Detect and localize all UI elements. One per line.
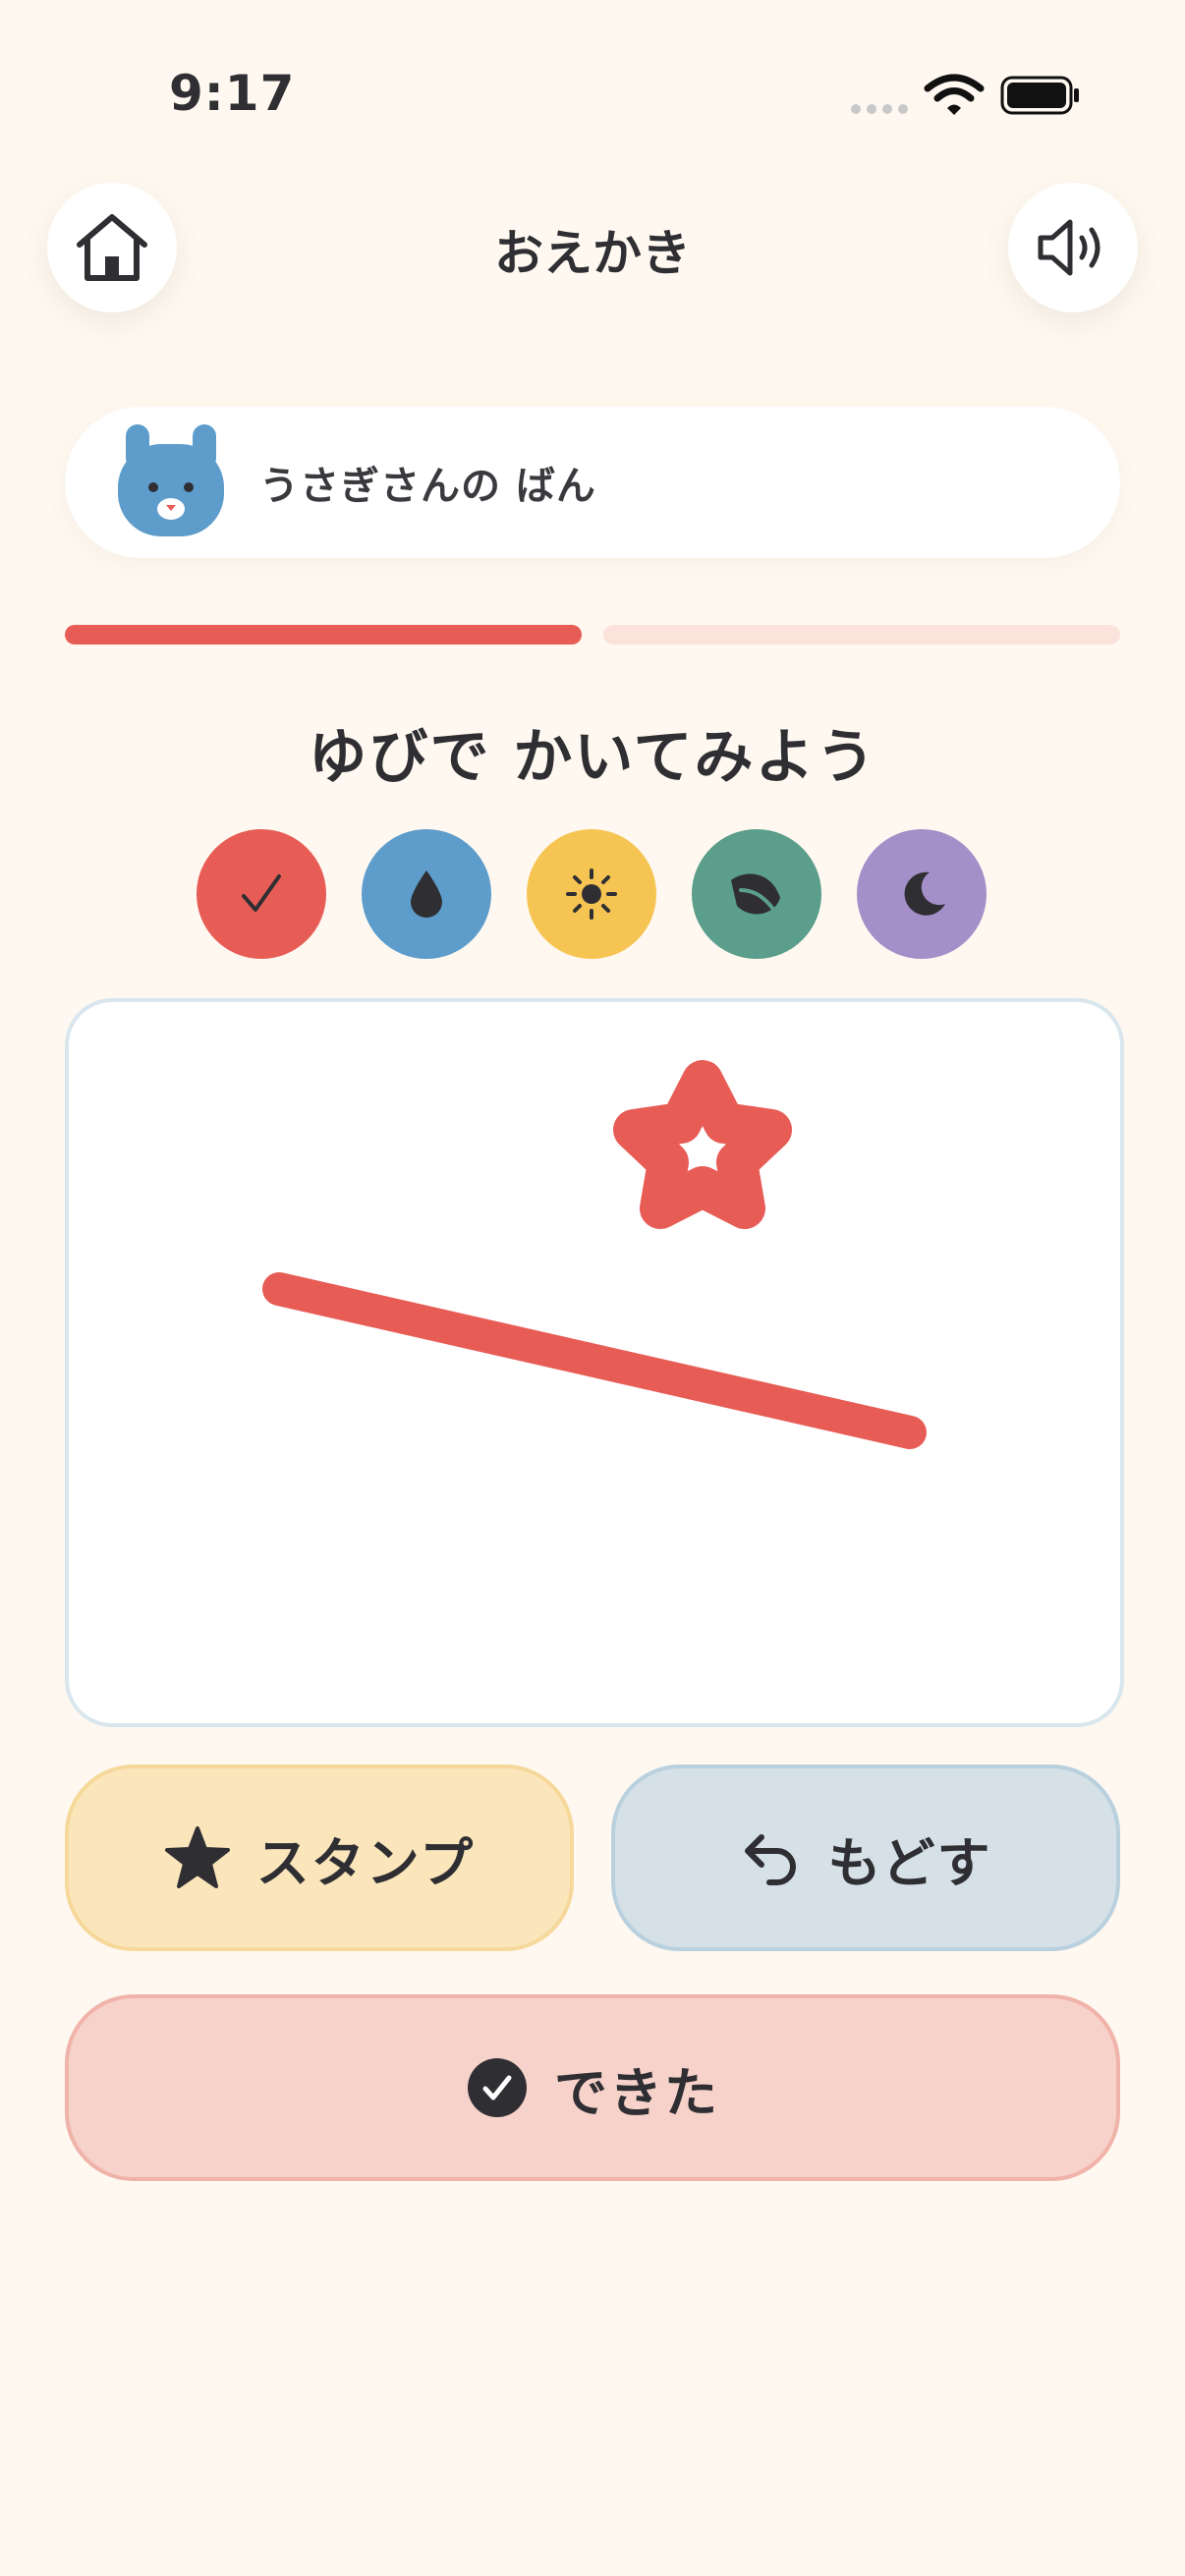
progress-bar xyxy=(65,625,1120,644)
stamp-button-label: スタンプ xyxy=(255,1831,476,1894)
color-swatch-green[interactable] xyxy=(692,829,821,959)
check-circle-icon xyxy=(468,2058,527,2117)
star-icon xyxy=(164,1826,230,1888)
stamp-button[interactable]: スタンプ xyxy=(65,1764,574,1951)
battery-icon xyxy=(1000,76,1079,115)
status-time: 9:17 xyxy=(169,65,296,122)
done-button[interactable]: できた xyxy=(65,1994,1120,2181)
drawing-canvas[interactable] xyxy=(65,998,1124,1727)
undo-icon xyxy=(744,1834,796,1885)
color-swatch-red[interactable] xyxy=(197,829,326,959)
sound-button[interactable] xyxy=(1008,183,1138,312)
drop-icon xyxy=(411,870,442,918)
line-stroke xyxy=(262,1272,927,1449)
speaker-icon xyxy=(1038,219,1100,276)
player-turn-label: うさぎさんの ばん xyxy=(259,464,596,509)
color-swatch-purple[interactable] xyxy=(857,829,987,959)
undo-button[interactable]: もどす xyxy=(611,1764,1120,1951)
sun-icon xyxy=(566,868,617,920)
progress-step-1 xyxy=(65,625,582,644)
color-swatch-yellow[interactable] xyxy=(527,829,656,959)
bunny-avatar-icon xyxy=(118,424,224,536)
color-swatch-blue[interactable] xyxy=(362,829,491,959)
leaf-icon xyxy=(731,873,780,916)
star-stamp xyxy=(613,1060,792,1229)
moon-icon xyxy=(904,871,945,916)
progress-step-2 xyxy=(603,625,1120,644)
instruction-text: ゆびで かいてみよう xyxy=(308,723,877,792)
undo-button-label: もどす xyxy=(827,1831,992,1894)
check-icon xyxy=(242,874,281,912)
wifi-icon xyxy=(924,74,985,115)
done-button-label: できた xyxy=(554,2061,719,2124)
